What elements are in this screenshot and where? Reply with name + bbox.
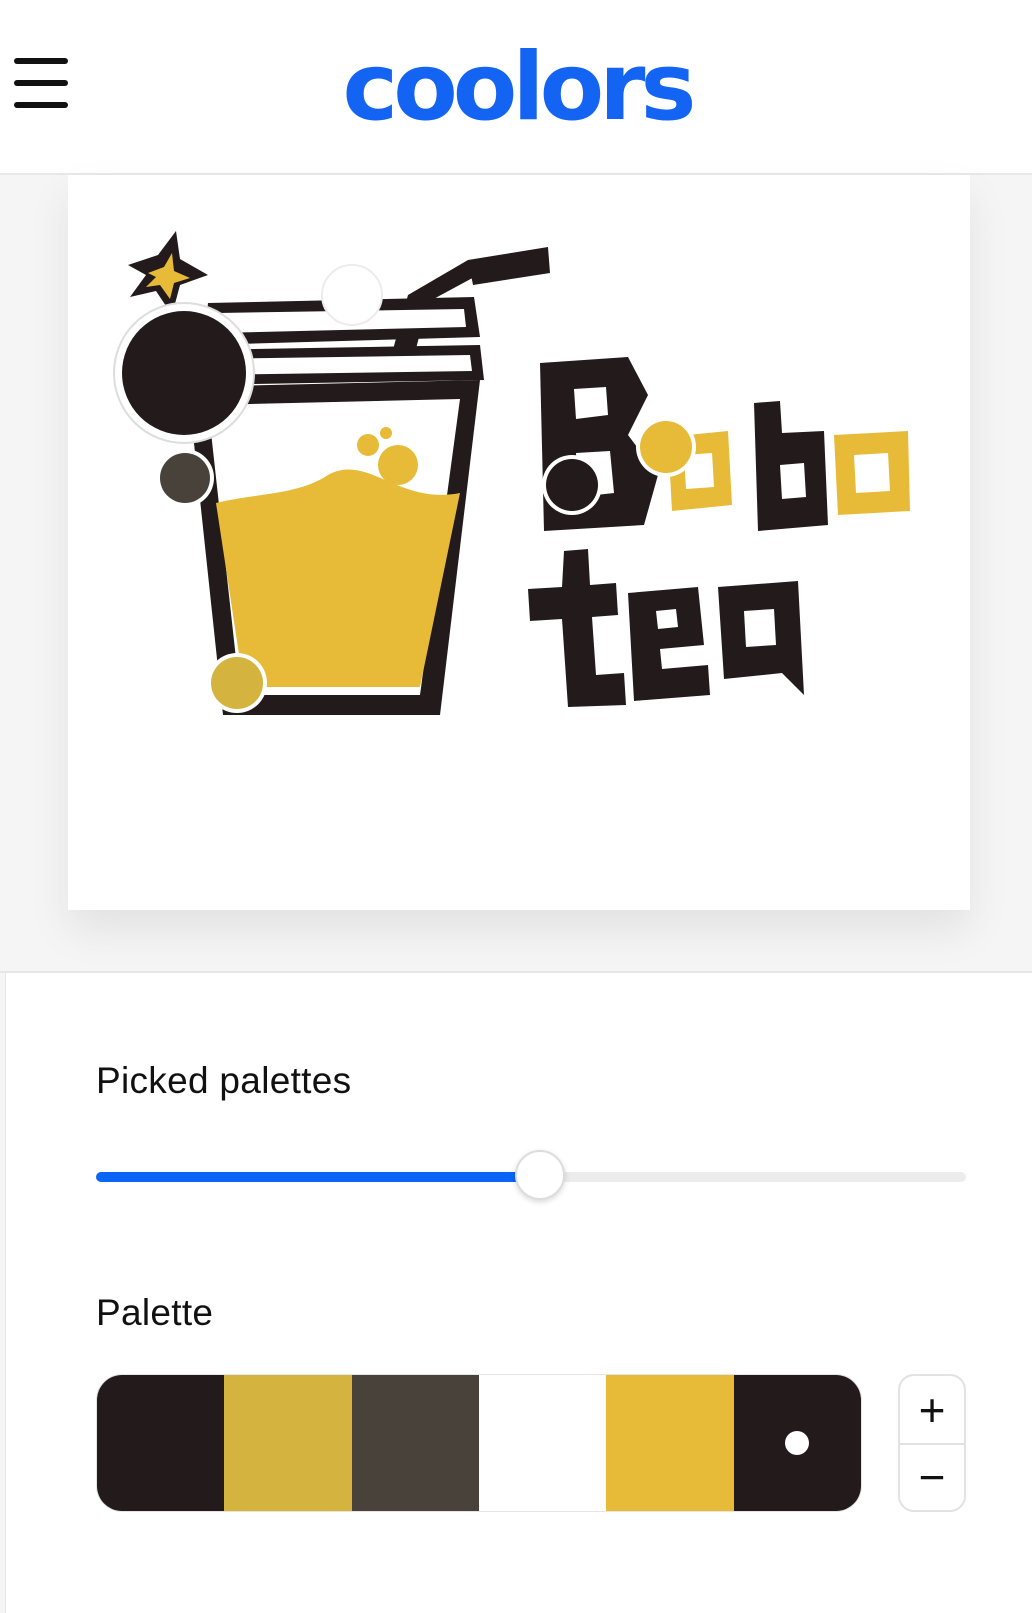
bobo-tea-logo-image (113, 231, 910, 715)
left-border (0, 973, 6, 1613)
palette-size-stepper: + − (898, 1374, 966, 1512)
bobo-text-graphic (540, 357, 910, 531)
remove-color-button[interactable]: − (900, 1443, 964, 1510)
palette-swatch[interactable] (606, 1375, 734, 1511)
uploaded-image[interactable] (68, 175, 970, 910)
palette-swatch[interactable] (351, 1375, 479, 1511)
picker-yellow[interactable] (640, 421, 692, 473)
picker-grey[interactable] (160, 453, 210, 503)
coolors-logo[interactable]: coolors (322, 38, 712, 138)
slider-thumb[interactable] (514, 1150, 565, 1200)
picked-palettes-label: Picked palettes (96, 1060, 352, 1101)
picked-palettes-slider[interactable] (96, 1150, 966, 1200)
slider-fill (96, 1172, 540, 1182)
palette-label: Palette (96, 1292, 214, 1333)
image-canvas-area (0, 175, 1032, 973)
picker-mustard[interactable] (211, 657, 263, 709)
selected-swatch-indicator (785, 1431, 810, 1455)
hamburger-menu-icon[interactable] (14, 58, 70, 110)
palette-swatch[interactable] (97, 1375, 225, 1511)
tea-text-graphic (528, 549, 804, 707)
brand-text: coolors (342, 33, 697, 142)
palette-swatch[interactable] (224, 1375, 352, 1511)
palette-swatch[interactable] (478, 1375, 607, 1511)
palette-swatch[interactable] (733, 1375, 861, 1511)
picker-dark-2[interactable] (546, 459, 598, 511)
add-color-button[interactable]: + (900, 1376, 964, 1445)
palette-strip (96, 1374, 862, 1512)
picker-selected-dark[interactable] (122, 311, 246, 435)
tea-liquid (216, 469, 460, 687)
top-header: coolors (0, 0, 1032, 175)
picker-white[interactable] (321, 264, 383, 326)
